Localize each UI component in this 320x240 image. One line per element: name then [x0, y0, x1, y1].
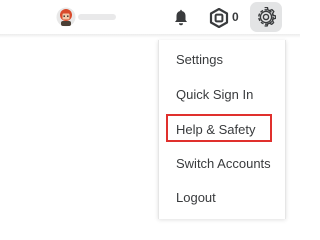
menu-item-settings[interactable]: Settings — [176, 50, 223, 70]
robux-count[interactable]: 0 — [232, 9, 239, 25]
settings-button[interactable] — [250, 2, 282, 32]
avatar-icon[interactable] — [56, 7, 76, 27]
username-redacted — [78, 14, 116, 20]
top-nav-bar: 0 — [0, 0, 300, 34]
menu-item-logout[interactable]: Logout — [176, 188, 216, 208]
robux-icon[interactable] — [209, 7, 229, 29]
bell-icon[interactable] — [172, 9, 190, 27]
top-nav-shadow — [0, 34, 300, 38]
menu-item-switch-accounts[interactable]: Switch Accounts — [176, 154, 271, 174]
gear-icon — [256, 6, 277, 27]
highlight-box — [166, 114, 272, 142]
menu-item-quick-sign-in[interactable]: Quick Sign In — [176, 85, 253, 105]
